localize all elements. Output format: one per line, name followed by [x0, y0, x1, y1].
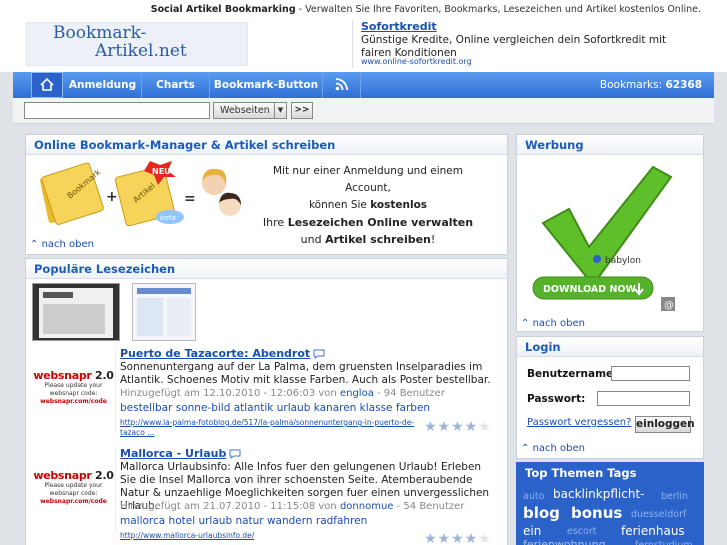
comment-icon [313, 349, 325, 359]
tag-link[interactable]: duesseldorf [631, 509, 686, 520]
folder-artikel-icon: Artikel NEU beta [114, 161, 184, 227]
user-link[interactable]: engloa [340, 388, 374, 399]
bookmark-article-illustration: Bookmark + Artikel NEU beta = [40, 161, 241, 227]
rating-stars[interactable]: ★★★★★ [424, 531, 492, 545]
websnapr-thumbnail[interactable]: websnapr 2.0 Please update your websnapr… [32, 447, 116, 533]
tag-link[interactable]: backlinkpflicht- [553, 487, 645, 501]
search-submit-button[interactable]: >> [291, 102, 313, 119]
nach-oben-link[interactable]: ⌃ nach oben [521, 318, 585, 329]
search-bar: Webseiten ▼ >> [13, 98, 714, 124]
tag-link[interactable]: blog [523, 504, 560, 522]
site-logo[interactable]: Bookmark- Artikel.net [26, 22, 248, 66]
folder-bookmark-icon: Bookmark [40, 162, 104, 225]
babylon-brand: babylon [605, 256, 641, 266]
bookmark-url[interactable]: http://www.mallorca-urlaubsinfo.de/ [120, 531, 420, 541]
main-content: Online Bookmark-Manager & Artikel schrei… [13, 124, 714, 545]
site-header: Social Artikel Bookmarking - Verwalten S… [0, 0, 727, 72]
bookmark-url[interactable]: http://www.la-palma-fotoblog.de/517/la-p… [120, 418, 420, 438]
download-now-label: DOWNLOAD NOW [543, 284, 636, 295]
nav-charts[interactable]: Charts [142, 72, 210, 98]
double-chevron-up-icon: ⌃ [521, 318, 530, 329]
preview-thumbnail[interactable] [132, 283, 196, 341]
bookmark-title-link[interactable]: Mallorca - Urlaub [120, 447, 241, 460]
bookmark-title-link[interactable]: Puerto de Tazacorte: Abendrot [120, 347, 325, 360]
advertising-box: Werbung babylon DOWNLOAD NOW @ ⌃ nach ob… [516, 134, 704, 332]
bookmark-tags[interactable]: mallorca hotel urlaub natur wandern radf… [120, 515, 367, 527]
main-nav: Anmeldung Charts Bookmark-Button Bookmar… [13, 72, 714, 98]
home-icon [40, 77, 54, 91]
top-tags-title: Top Themen Tags [517, 463, 703, 483]
bookmark-tags[interactable]: bestellbar sonne-bild atlantik urlaub ka… [120, 402, 430, 414]
rss-icon [335, 78, 348, 91]
double-chevron-up-icon: ⌃ [30, 239, 39, 250]
svg-text:@: @ [664, 300, 674, 311]
login-box: Login Benutzername: Passwort: Passwort v… [516, 336, 704, 459]
tag-link[interactable]: ferienwohnung [523, 538, 606, 545]
nav-bookmark-button[interactable]: Bookmark-Button [210, 72, 323, 98]
tag-link[interactable]: fernstudium [635, 540, 693, 545]
popular-bookmarks-box: Populäre Lesezeichen websnapr 2.0 Please… [25, 258, 508, 545]
tag-link[interactable]: auto [523, 491, 544, 502]
login-title: Login [517, 337, 703, 357]
svg-text:=: = [184, 191, 196, 207]
site-tagline: Social Artikel Bookmarking - Verwalten S… [150, 4, 701, 15]
nav-anmeldung[interactable]: Anmeldung [64, 72, 142, 98]
comment-icon [229, 449, 241, 459]
double-chevron-up-icon: ⌃ [521, 443, 530, 454]
babylon-download-ad[interactable]: babylon DOWNLOAD NOW @ [525, 157, 685, 313]
bookmark-manager-text: Mit nur einer Anmeldung und einem Accoun… [262, 165, 474, 246]
search-scope-select[interactable]: Webseiten ▼ [213, 102, 287, 119]
logo-line1: Bookmark- [53, 23, 147, 43]
forgot-password-link[interactable]: Passwort vergessen? [527, 417, 631, 428]
top-tags-box: Top Themen Tags auto backlinkpflicht- be… [516, 462, 704, 545]
new-badge: NEU [152, 167, 171, 176]
popular-bookmarks-title: Populäre Lesezeichen [26, 259, 507, 279]
bookmark-count: Bookmarks: 62368 [599, 79, 702, 91]
bookmark-manager-box: Online Bookmark-Manager & Artikel schrei… [25, 134, 508, 255]
ad-title[interactable]: Sofortkredit [361, 20, 437, 33]
username-field[interactable] [611, 366, 690, 381]
nach-oben-link[interactable]: ⌃ nach oben [30, 239, 94, 250]
tag-link[interactable]: bonus [571, 504, 622, 522]
preview-thumbnail[interactable] [32, 283, 120, 341]
tag-link[interactable]: escort [567, 526, 596, 537]
tag-link[interactable]: berlin [661, 491, 688, 502]
bookmark-meta: Hinzugefügt am 12.10.2010 - 12:06:03 von… [120, 388, 445, 399]
bookmark-manager-title: Online Bookmark-Manager & Artikel schrei… [26, 135, 507, 155]
advertising-title: Werbung [517, 135, 703, 155]
username-label: Benutzername: [527, 368, 618, 380]
logo-line2: Artikel.net [95, 41, 187, 61]
header-ad[interactable]: Sofortkredit Günstige Kredite, Online ve… [352, 20, 700, 68]
beta-badge: beta [160, 214, 176, 222]
nav-home[interactable] [31, 72, 63, 98]
nav-rss[interactable] [323, 72, 361, 98]
websnapr-thumbnail[interactable]: websnapr 2.0 Please update your websnapr… [32, 347, 116, 433]
svg-text:+: + [106, 189, 118, 205]
rating-stars[interactable]: ★★★★★ [424, 419, 492, 435]
users-icon [202, 168, 241, 216]
search-input[interactable] [24, 102, 210, 119]
tag-link[interactable]: ferienhaus [621, 524, 685, 538]
nach-oben-link[interactable]: ⌃ nach oben [521, 443, 585, 454]
login-button[interactable]: einloggen [635, 416, 695, 433]
chevron-down-icon: ▼ [274, 103, 286, 118]
password-label: Passwort: [527, 393, 586, 405]
list-item: websnapr 2.0 Please update your websnapr… [32, 347, 502, 445]
list-item: websnapr 2.0 Please update your websnapr… [32, 447, 502, 545]
password-field[interactable] [597, 391, 690, 406]
bookmark-description: Sonnenuntergang auf der La Palma, dem gr… [120, 361, 491, 386]
bookmark-meta: Hinzugefügt am 21.07.2010 - 11:15:08 von… [120, 501, 465, 512]
user-link[interactable]: donnomue [340, 501, 394, 512]
tag-link[interactable]: ein [523, 524, 541, 538]
ad-url[interactable]: www.online-sofortkredit.org [361, 57, 472, 66]
checkmark-icon [541, 165, 673, 287]
